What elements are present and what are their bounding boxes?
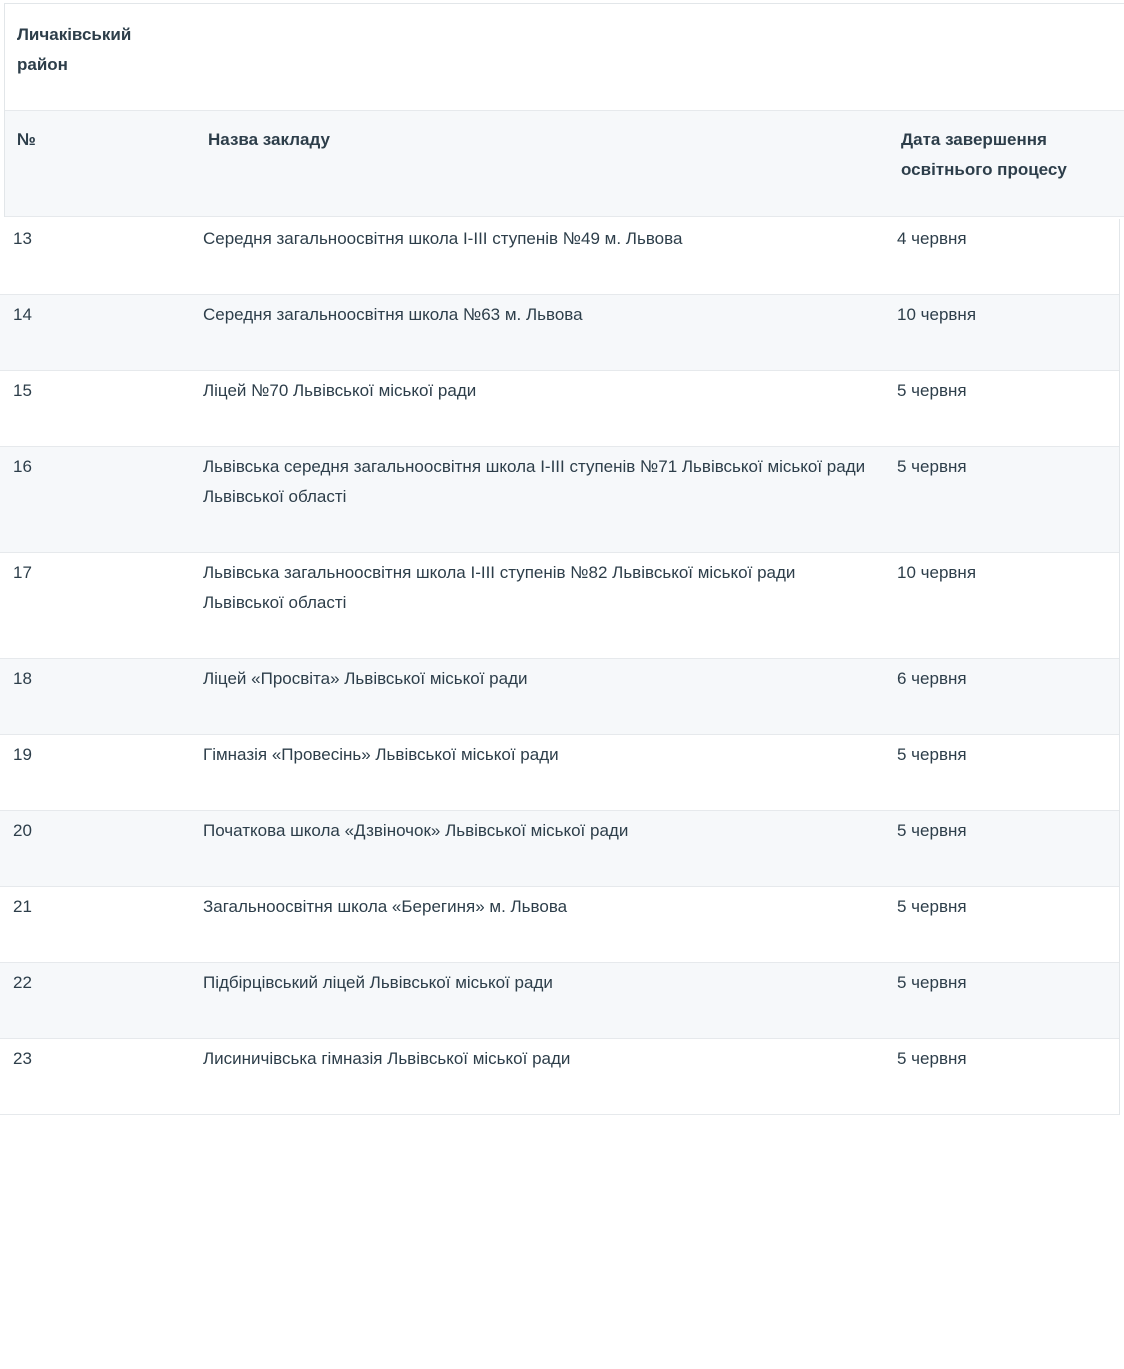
school-name: Початкова школа «Дзвіночок» Львівської м… [203,821,629,840]
end-date: 5 червня [897,457,967,476]
table-row: 15 Ліцей №70 Львівської міської ради 5 ч… [0,371,1119,447]
end-date: 5 червня [897,897,967,916]
school-name: Середня загальноосвітня школа І-ІІІ ступ… [203,229,683,248]
row-number: 23 [13,1049,32,1068]
end-date: 10 червня [897,563,977,582]
row-number: 17 [13,563,32,582]
row-number: 22 [13,973,32,992]
row-number: 18 [13,669,32,688]
row-number: 14 [13,305,32,324]
end-date: 4 червня [897,229,967,248]
column-header-date: Дата завершення освітнього процесу [901,130,1067,179]
schools-table-body: 13 Середня загальноосвітня школа І-ІІІ с… [0,219,1120,1115]
page: Личаківський район № Назва закладу Дата … [0,0,1124,1369]
end-date: 5 червня [897,821,967,840]
end-date: 10 червня [897,305,977,324]
row-number: 13 [13,229,32,248]
table-header-block: Личаківський район № Назва закладу Дата … [4,3,1124,217]
table-row: 21 Загальноосвітня школа «Берегиня» м. Л… [0,887,1119,963]
row-number: 16 [13,457,32,476]
end-date: 5 червня [897,381,967,400]
table-row: 18 Ліцей «Просвіта» Львівської міської р… [0,659,1119,735]
row-number: 19 [13,745,32,764]
column-header-number: № [17,130,36,149]
row-number: 21 [13,897,32,916]
table-row: 19 Гімназія «Провесінь» Львівської міськ… [0,735,1119,811]
table-row: 23 Лисиничівська гімназія Львівської міс… [0,1039,1119,1115]
table-row: 20 Початкова школа «Дзвіночок» Львівсько… [0,811,1119,887]
table-row: 17 Львівська загальноосвітня школа І-ІІІ… [0,553,1119,659]
end-date: 5 червня [897,973,967,992]
school-name: Середня загальноосвітня школа №63 м. Льв… [203,305,583,324]
district-name: Личаківський район [17,25,132,74]
school-name: Лисиничівська гімназія Львівської місько… [203,1049,571,1068]
school-name: Підбірцівський ліцей Львівської міської … [203,973,553,992]
school-name: Загальноосвітня школа «Берегиня» м. Льво… [203,897,568,916]
school-name: Львівська середня загальноосвітня школа … [203,457,866,506]
table-row: 22 Підбірцівський ліцей Львівської міськ… [0,963,1119,1039]
column-header-row: № Назва закладу Дата завершення освітньо… [5,111,1124,217]
school-name: Ліцей №70 Львівської міської ради [203,381,477,400]
column-header-name: Назва закладу [208,130,330,149]
school-name: Ліцей «Просвіта» Львівської міської ради [203,669,528,688]
end-date: 6 червня [897,669,967,688]
school-name: Львівська загальноосвітня школа І-ІІІ ст… [203,563,796,612]
table-row: 13 Середня загальноосвітня школа І-ІІІ с… [0,219,1119,295]
table-row: 16 Львівська середня загальноосвітня шко… [0,447,1119,553]
row-number: 20 [13,821,32,840]
district-row: Личаківський район [5,4,1124,111]
end-date: 5 червня [897,745,967,764]
end-date: 5 червня [897,1049,967,1068]
table-row: 14 Середня загальноосвітня школа №63 м. … [0,295,1119,371]
school-name: Гімназія «Провесінь» Львівської міської … [203,745,559,764]
row-number: 15 [13,381,32,400]
